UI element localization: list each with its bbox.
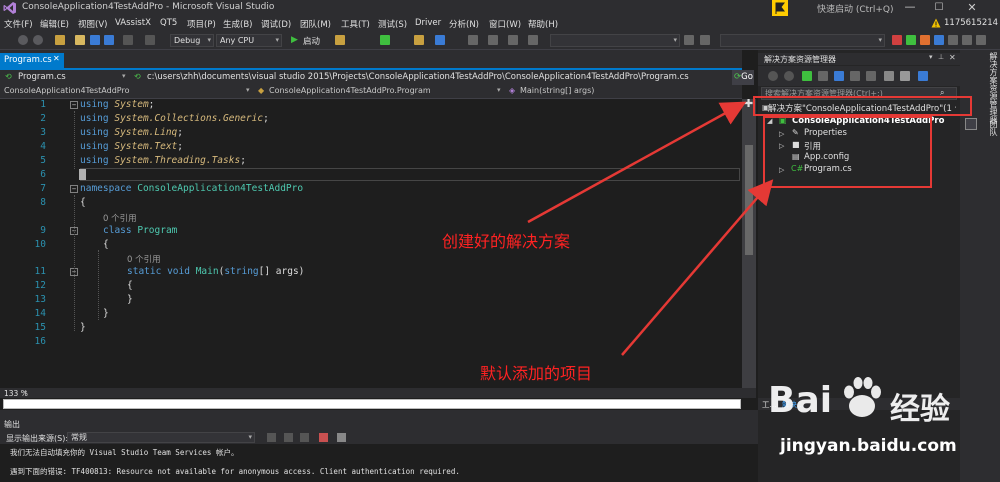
project-annotation: 默认添加的项目 xyxy=(480,364,593,383)
solution-arrow xyxy=(527,101,747,224)
watermark-url: jingyan.baidu.com xyxy=(780,436,957,456)
solution-annotation: 创建好的解决方案 xyxy=(442,232,571,251)
watermark-logo-text: Bai xyxy=(768,380,833,421)
project-arrow xyxy=(621,179,774,356)
watermark-logo-text: 经验 xyxy=(890,392,950,427)
baidu-paw-logo xyxy=(844,377,881,417)
